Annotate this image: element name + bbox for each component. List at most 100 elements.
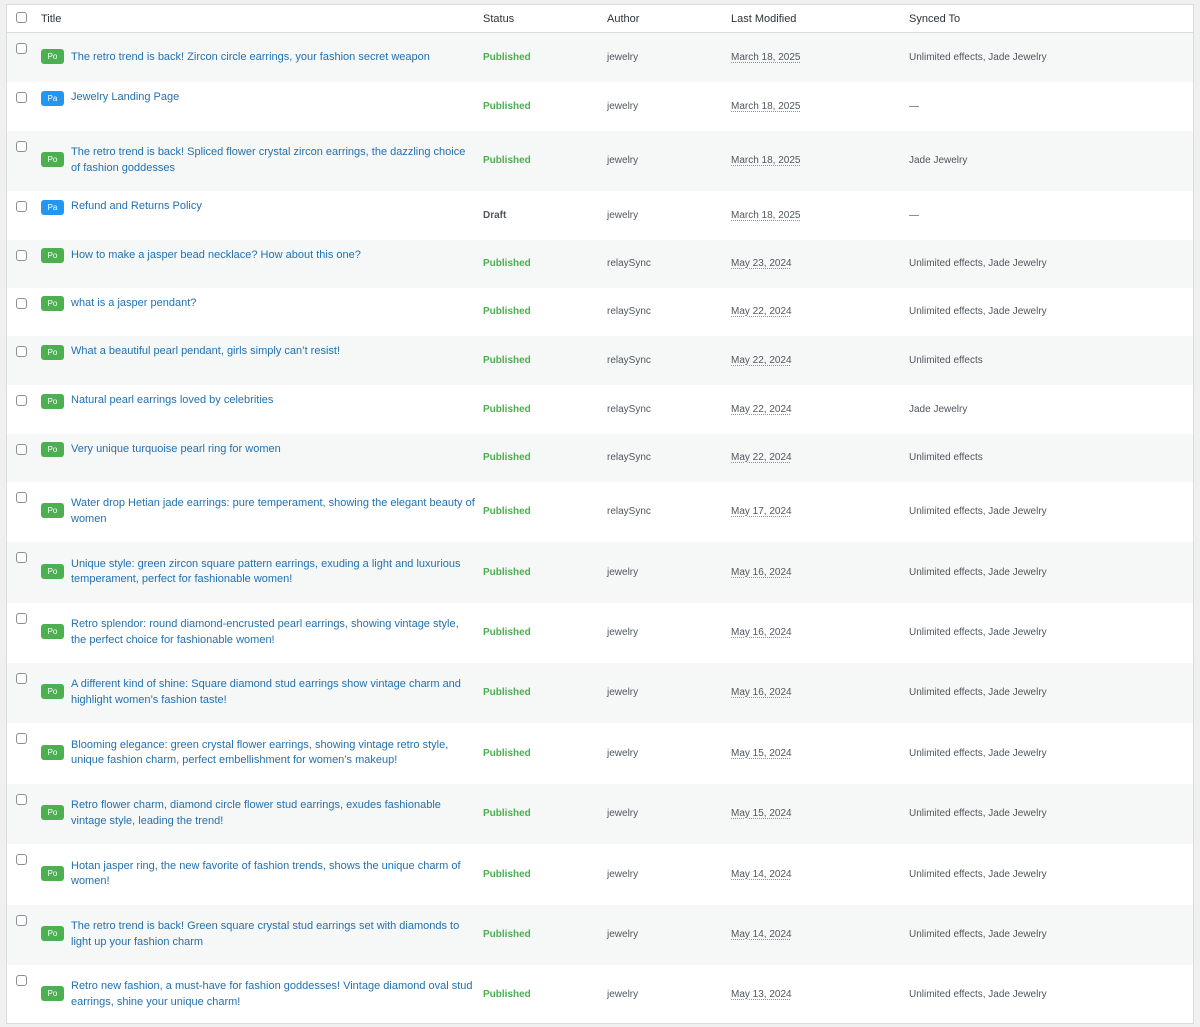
last-modified-date: May 13, 2024 [731, 989, 792, 1000]
table-row: Po Retro flower charm, diamond circle fl… [7, 783, 1193, 844]
post-title-link[interactable]: Hotan jasper ring, the new favorite of f… [71, 859, 475, 890]
row-checkbox[interactable] [16, 140, 27, 152]
row-author-cell: jewelry [607, 965, 731, 1024]
post-title-link[interactable]: Natural pearl earrings loved by celebrit… [71, 393, 273, 409]
posts-table-container: Title Status Author Last Modified Synced… [6, 4, 1194, 1024]
row-title-cell: Po How to make a jasper bead necklace? H… [35, 240, 483, 288]
post-type-badge: Po [41, 442, 64, 457]
table-row: Po A different kind of shine: Square dia… [7, 662, 1193, 723]
row-modified-cell: May 14, 2024 [731, 905, 909, 965]
author-name: jewelry [607, 100, 639, 112]
post-title-link[interactable]: A different kind of shine: Square diamon… [71, 677, 475, 708]
status-label: Published [483, 258, 531, 269]
table-row: Po Blooming elegance: green crystal flow… [7, 722, 1193, 784]
row-checkbox[interactable] [16, 732, 27, 744]
row-title-cell: Po Retro new fashion, a must-have for fa… [35, 965, 483, 1024]
post-title-link[interactable]: Retro flower charm, diamond circle flowe… [71, 798, 475, 829]
post-title-link[interactable]: what is a jasper pendant? [71, 296, 196, 312]
synced-to-value: Unlimited effects, Jade Jewelry [909, 687, 1047, 698]
row-select-cell [7, 336, 35, 385]
select-all-checkbox[interactable] [16, 11, 27, 23]
last-modified-date: March 18, 2025 [731, 155, 801, 166]
row-modified-cell: May 13, 2024 [731, 965, 909, 1024]
status-label: Published [483, 929, 531, 940]
last-modified-date: March 18, 2025 [731, 209, 801, 221]
row-checkbox[interactable] [16, 793, 27, 805]
last-modified-date: May 14, 2024 [731, 868, 792, 880]
post-type-badge: Po [41, 344, 64, 360]
row-select-cell [7, 240, 35, 288]
row-modified-cell: May 15, 2024 [731, 784, 909, 844]
row-synced-cell: Jade Jewelry [909, 385, 1193, 434]
author-name: jewelry [607, 155, 639, 166]
row-modified-cell: May 16, 2024 [731, 542, 909, 603]
row-checkbox[interactable] [16, 200, 27, 212]
row-checkbox[interactable] [16, 491, 27, 503]
row-checkbox[interactable] [16, 551, 27, 563]
row-checkbox[interactable] [16, 853, 27, 865]
row-select-cell [7, 965, 35, 1024]
table-row: Pa Refund and Returns Policy Draft jewel… [7, 190, 1193, 240]
post-title-link[interactable]: Water drop Hetian jade earrings: pure te… [71, 496, 475, 527]
synced-to-value: Unlimited effects, Jade Jewelry [909, 747, 1047, 759]
row-checkbox[interactable] [16, 974, 27, 986]
synced-to-value: Unlimited effects, Jade Jewelry [909, 566, 1047, 578]
post-title-link[interactable]: How to make a jasper bead necklace? How … [71, 248, 361, 264]
column-header-author: Author [607, 5, 731, 33]
row-status-cell: Published [483, 905, 607, 965]
author-name: jewelry [607, 747, 639, 759]
row-checkbox[interactable] [16, 394, 27, 406]
row-synced-cell: Unlimited effects, Jade Jewelry [909, 542, 1193, 603]
author-name: jewelry [607, 209, 639, 221]
row-author-cell: relaySync [607, 288, 731, 336]
row-synced-cell: Unlimited effects [909, 336, 1193, 385]
post-title-link[interactable]: Very unique turquoise pearl ring for wom… [71, 442, 281, 458]
post-title-link[interactable]: Refund and Returns Policy [71, 199, 202, 215]
row-status-cell: Published [483, 542, 607, 603]
row-status-cell: Published [483, 784, 607, 844]
synced-to-value: Unlimited effects, Jade Jewelry [909, 258, 1047, 269]
column-header-title[interactable]: Title [35, 5, 483, 33]
row-checkbox[interactable] [16, 297, 27, 309]
row-title-cell: Po The retro trend is back! Zircon circl… [35, 33, 483, 82]
status-label: Published [483, 452, 531, 463]
table-row: Po Very unique turquoise pearl ring for … [7, 433, 1193, 482]
row-checkbox[interactable] [16, 91, 27, 103]
last-modified-date: May 22, 2024 [731, 403, 792, 415]
row-checkbox[interactable] [16, 443, 27, 455]
post-title-link[interactable]: The retro trend is back! Green square cr… [71, 919, 475, 950]
post-title-link[interactable]: Retro new fashion, a must-have for fashi… [71, 979, 475, 1010]
row-synced-cell: Unlimited effects, Jade Jewelry [909, 603, 1193, 663]
row-author-cell: jewelry [607, 82, 731, 131]
synced-to-value: Unlimited effects, Jade Jewelry [909, 51, 1047, 63]
row-checkbox[interactable] [16, 345, 27, 357]
table-row: Po Retro new fashion, a must-have for fa… [7, 964, 1193, 1024]
row-checkbox[interactable] [16, 914, 27, 926]
row-select-cell [7, 385, 35, 434]
row-modified-cell: May 23, 2024 [731, 240, 909, 288]
last-modified-date: March 18, 2025 [731, 100, 801, 112]
post-title-link[interactable]: Retro splendor: round diamond-encrusted … [71, 617, 475, 648]
row-checkbox[interactable] [16, 249, 27, 261]
synced-to-value: Unlimited effects, Jade Jewelry [909, 929, 1047, 940]
row-title-cell: Po Retro flower charm, diamond circle fl… [35, 784, 483, 844]
author-name: jewelry [607, 566, 639, 578]
row-select-cell [7, 905, 35, 965]
table-row: Pa Jewelry Landing Page Published jewelr… [7, 81, 1193, 131]
table-row: Po What a beautiful pearl pendant, girls… [7, 335, 1193, 385]
post-title-link[interactable]: The retro trend is back! Spliced flower … [71, 145, 475, 176]
column-header-last-modified[interactable]: Last Modified [731, 5, 909, 33]
post-title-link[interactable]: Unique style: green zircon square patter… [71, 557, 475, 588]
synced-to-value: Unlimited effects, Jade Jewelry [909, 868, 1047, 880]
row-title-cell: Po The retro trend is back! Spliced flow… [35, 131, 483, 191]
post-title-link[interactable]: The retro trend is back! Zircon circle e… [71, 50, 430, 66]
row-checkbox[interactable] [16, 612, 27, 624]
post-title-link[interactable]: Blooming elegance: green crystal flower … [71, 738, 475, 769]
row-checkbox[interactable] [16, 43, 27, 54]
post-title-link[interactable]: What a beautiful pearl pendant, girls si… [71, 344, 340, 360]
posts-table: Title Status Author Last Modified Synced… [7, 5, 1193, 1024]
row-status-cell: Published [483, 385, 607, 434]
post-title-link[interactable]: Jewelry Landing Page [71, 90, 179, 106]
row-modified-cell: March 18, 2025 [731, 82, 909, 131]
row-checkbox[interactable] [16, 672, 27, 684]
